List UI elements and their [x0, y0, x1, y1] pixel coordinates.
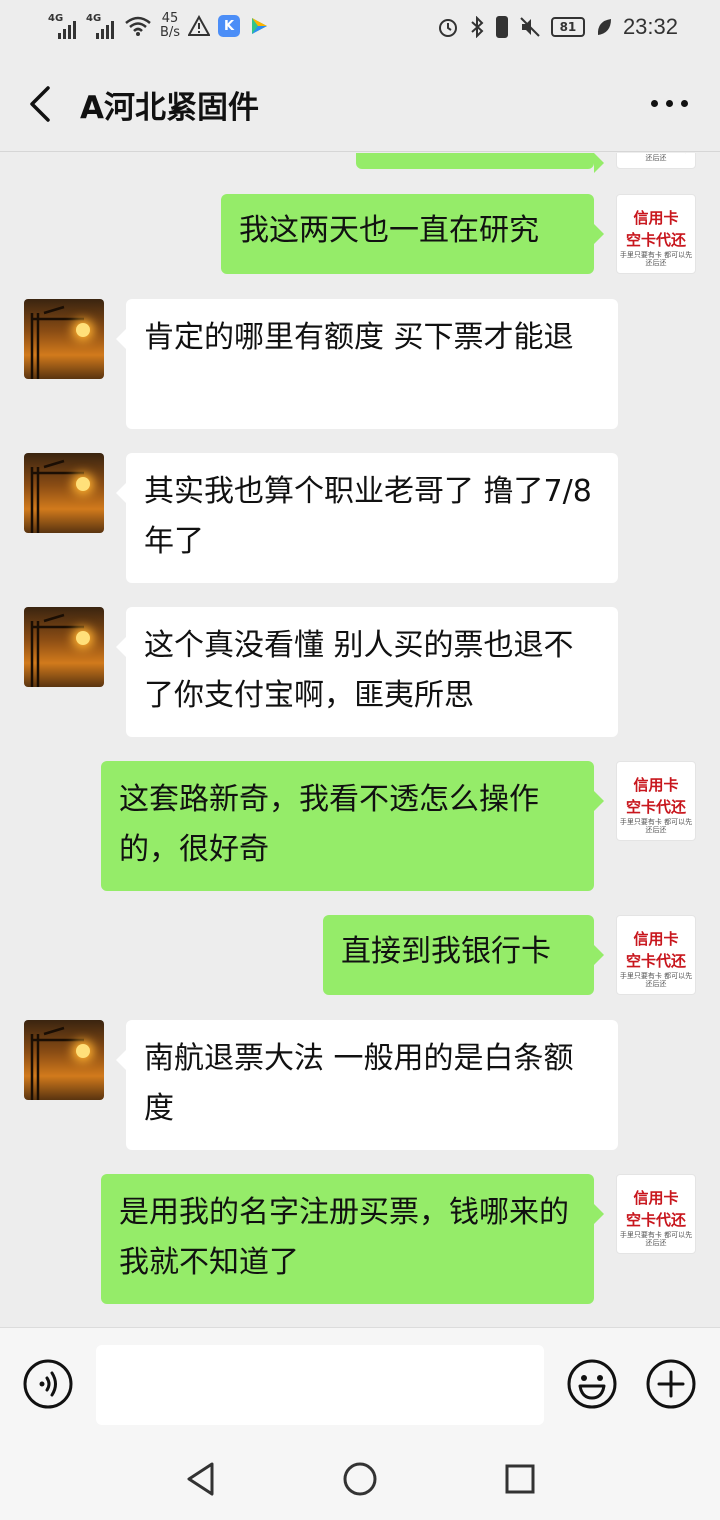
- video-app-icon: [252, 18, 268, 34]
- message-bubble-out[interactable]: 这套路新奇，我看不透怎么操作的，很好奇: [101, 761, 604, 891]
- clock: 23:32: [622, 14, 678, 39]
- more-icon[interactable]: [651, 100, 688, 107]
- vibrate-icon: [495, 16, 508, 38]
- wifi-icon: [125, 16, 151, 36]
- mute-icon: [520, 17, 540, 37]
- chat-area[interactable]: 信用卡 空卡代还 手里只要有卡 都可以先还后还 我这两天也一直在研究 信用卡 空…: [0, 153, 720, 1327]
- network-speed: 45 B/s: [160, 11, 181, 40]
- message-bubble-out[interactable]: 是用我的名字注册买票，钱哪来的我就不知道了: [101, 1174, 604, 1304]
- system-nav-bar: [0, 1439, 720, 1520]
- message-bubble-in[interactable]: 南航退票大法 一般用的是白条额度: [116, 1020, 618, 1150]
- self-avatar[interactable]: 信用卡 空卡代还 手里只要有卡 都可以先还后还: [616, 1174, 696, 1254]
- message-bubble-in[interactable]: 这个真没看懂 别人买的票也退不了你支付宝啊，匪夷所思: [116, 607, 618, 737]
- input-bar: [0, 1327, 720, 1439]
- contact-avatar[interactable]: [24, 299, 104, 379]
- contact-avatar[interactable]: [24, 453, 104, 533]
- leaf-icon: [597, 19, 611, 35]
- signal-icon: 4G: [48, 13, 78, 39]
- plus-icon[interactable]: [645, 1358, 697, 1410]
- chat-header: A河北紧固件: [0, 58, 720, 152]
- status-left: 4G 4G 45 B/s K: [48, 12, 270, 40]
- message-bubble-out[interactable]: 我这两天也一直在研究: [221, 194, 604, 274]
- signal-icon: 4G: [86, 13, 116, 39]
- message-bubble-in[interactable]: 肯定的哪里有额度 买下票才能退: [116, 299, 618, 429]
- message-input[interactable]: [96, 1345, 544, 1425]
- chat-title: A河北紧固件: [80, 90, 259, 126]
- message-bubble-in[interactable]: 其实我也算个职业老哥了 撸了7/8 年了: [116, 453, 618, 583]
- nav-home-icon[interactable]: [342, 1461, 378, 1497]
- voice-icon[interactable]: [22, 1358, 74, 1410]
- warning-icon: [188, 15, 211, 36]
- nav-recent-icon[interactable]: [504, 1463, 536, 1495]
- self-avatar[interactable]: 信用卡 空卡代还 手里只要有卡 都可以先还后还: [616, 153, 696, 169]
- message-bubble-out[interactable]: 直接到我银行卡: [323, 915, 604, 995]
- status-right: 81 23:32: [437, 14, 678, 40]
- app-k-icon: K: [218, 15, 241, 37]
- previous-message-bubble[interactable]: [356, 153, 604, 173]
- alarm-icon: [438, 19, 457, 37]
- emoji-icon[interactable]: [566, 1358, 618, 1410]
- self-avatar[interactable]: 信用卡 空卡代还 手里只要有卡 都可以先还后还: [616, 194, 696, 274]
- bluetooth-icon: [471, 16, 484, 38]
- contact-avatar[interactable]: [24, 1020, 104, 1100]
- status-bar: 4G 4G 45 B/s K 81 23:32: [0, 0, 720, 58]
- nav-back-icon[interactable]: [184, 1461, 218, 1497]
- self-avatar[interactable]: 信用卡 空卡代还 手里只要有卡 都可以先还后还: [616, 761, 696, 841]
- battery-indicator: 81: [550, 17, 585, 37]
- contact-avatar[interactable]: [24, 607, 104, 687]
- self-avatar[interactable]: 信用卡 空卡代还 手里只要有卡 都可以先还后还: [616, 915, 696, 995]
- back-arrow-icon[interactable]: [24, 84, 60, 124]
